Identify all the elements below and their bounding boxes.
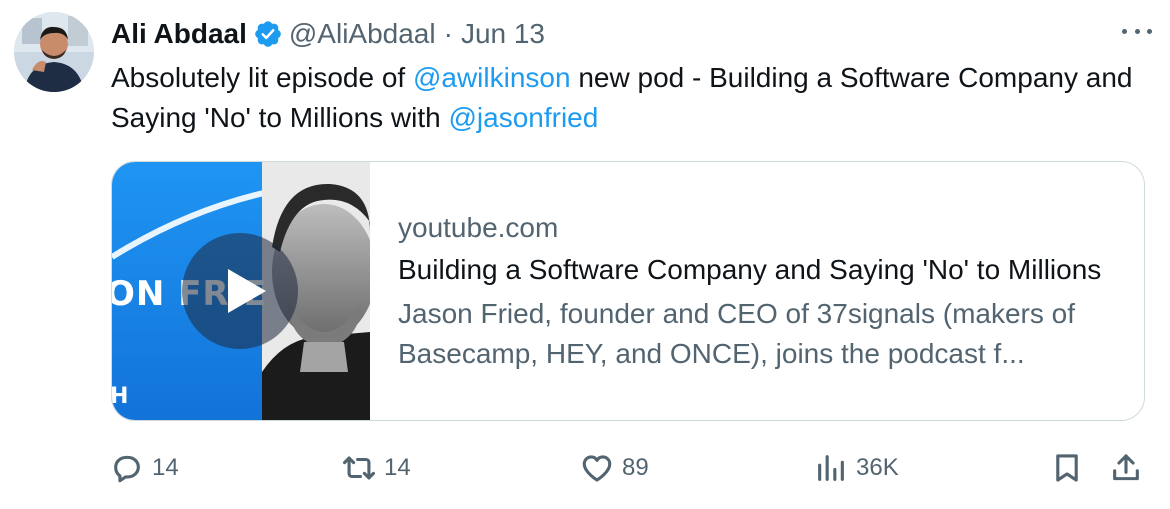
retweet-count: 14 xyxy=(384,454,411,481)
share-button[interactable] xyxy=(1109,440,1143,496)
card-thumbnail[interactable]: ON FRIE H xyxy=(112,162,370,420)
bookmark-button[interactable] xyxy=(1050,440,1084,496)
views-count: 36K xyxy=(856,454,899,481)
action-bar: 14 14 89 36K xyxy=(0,440,1170,496)
tweet-text: Absolutely lit episode of @awilkinson ne… xyxy=(111,58,1141,138)
mention-jasonfried[interactable]: @jasonfried xyxy=(449,102,599,133)
reply-button[interactable]: 14 xyxy=(110,440,179,496)
reply-count: 14 xyxy=(152,454,179,481)
heart-icon xyxy=(582,455,612,482)
reply-icon xyxy=(114,455,140,483)
text-part: Absolutely lit episode of xyxy=(111,62,413,93)
more-options-icon[interactable] xyxy=(1122,20,1152,42)
bookmark-icon xyxy=(1056,454,1078,482)
views-button[interactable]: 36K xyxy=(814,440,899,496)
avatar[interactable] xyxy=(14,12,94,92)
mention-awilkinson[interactable]: @awilkinson xyxy=(413,62,571,93)
card-title[interactable]: Building a Software Company and Saying '… xyxy=(398,248,1120,292)
card-body: youtube.com Building a Software Company … xyxy=(370,162,1144,420)
play-icon[interactable] xyxy=(182,233,298,349)
like-button[interactable]: 89 xyxy=(580,440,649,496)
author-name[interactable]: Ali Abdaal xyxy=(111,18,247,50)
views-chart-icon xyxy=(818,455,844,481)
card-description: Jason Fried, founder and CEO of 37signal… xyxy=(398,298,1076,369)
share-icon xyxy=(1113,454,1139,481)
author-handle[interactable]: @AliAbdaal xyxy=(289,18,436,50)
tweet-date[interactable]: Jun 13 xyxy=(461,18,545,50)
tweet-header: Ali Abdaal @AliAbdaal · Jun 13 xyxy=(111,14,545,54)
retweet-icon xyxy=(342,456,376,480)
card-domain: youtube.com xyxy=(398,212,559,243)
like-count: 89 xyxy=(622,454,649,481)
thumb-overlay-text-2: H xyxy=(112,384,128,409)
retweet-button[interactable]: 14 xyxy=(342,440,411,496)
verified-badge-icon xyxy=(253,19,283,49)
separator-dot: · xyxy=(443,18,453,49)
link-card[interactable]: ON FRIE H youtube.com Building a Softwar… xyxy=(111,161,1145,421)
